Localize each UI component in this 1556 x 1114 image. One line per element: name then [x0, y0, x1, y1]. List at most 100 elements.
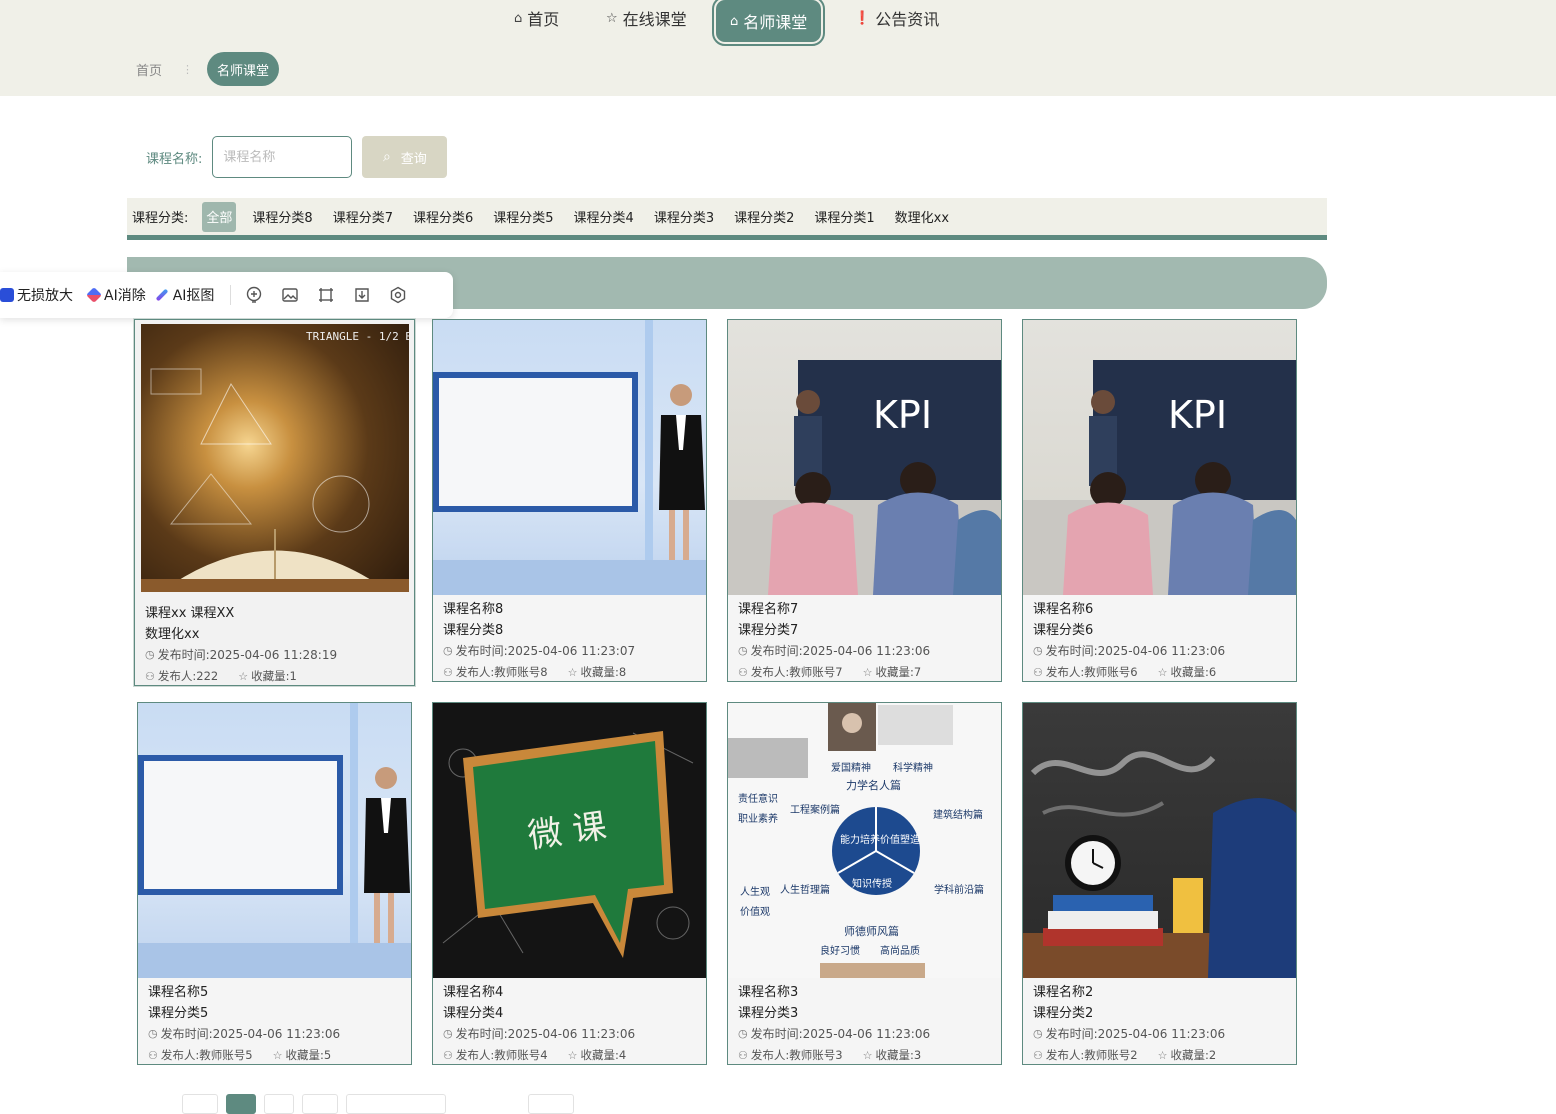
alert-icon: ❗ — [854, 10, 871, 26]
ai-erase-button[interactable]: AI消除 — [86, 285, 146, 305]
course-name: 课程名称5 — [148, 985, 209, 1000]
category-item[interactable]: 课程分类4 — [570, 202, 638, 232]
star-icon: ☆ — [606, 10, 618, 26]
category-item[interactable]: 课程分类7 — [329, 202, 397, 232]
course-thumbnail-math: TRIANGLE - 1/2 BH — [141, 324, 409, 592]
publisher-label: 发布人: — [1045, 1048, 1085, 1062]
breadcrumb-home[interactable]: 首页 — [136, 60, 162, 79]
course-category: 课程分类3 — [738, 1006, 799, 1021]
publisher-value: 教师账号6 — [1084, 665, 1138, 679]
course-meta: ⚇ 发布人: 教师账号5 ☆ 收藏量: 5 — [148, 1047, 331, 1063]
category-item[interactable]: 课程分类5 — [489, 202, 557, 232]
clock-icon: ◷ — [1033, 644, 1043, 657]
course-thumbnail-chalkboard: 微 课 — [433, 703, 706, 978]
kpi-text: KPI — [873, 393, 932, 437]
course-thumbnail-diagram: 能力培养 价值塑造 知识传授 爱国精神 科学精神 力学名人篇 责任意识 职业素养… — [728, 703, 1001, 978]
diagram-label: 价值观 — [740, 905, 770, 918]
nav-home[interactable]: ⌂ 首页 — [514, 6, 559, 30]
course-category: 课程分类6 — [1033, 623, 1094, 638]
course-meta: ⚇ 发布人: 教师账号2 ☆ 收藏量: 2 — [1033, 1047, 1216, 1063]
course-card[interactable]: 微 课 课程名称4 课程分类4 ◷ 发布时间: 2025-04-06 11:23:0… — [432, 702, 707, 1065]
course-thumbnail-teacher — [138, 703, 411, 978]
clock-icon: ◷ — [145, 648, 155, 661]
settings-icon[interactable] — [387, 284, 409, 306]
toolbar-divider — [230, 285, 232, 305]
favorites-label: 收藏量: — [580, 665, 619, 679]
home-icon: ⌂ — [514, 10, 523, 26]
publisher-label: 发布人: — [1045, 665, 1085, 679]
nav-famous-teacher-label: 名师课堂 — [743, 13, 808, 32]
favorites-value: 5 — [323, 1048, 332, 1062]
category-item[interactable]: 课程分类6 — [409, 202, 477, 232]
course-card[interactable]: 能力培养 价值塑造 知识传授 爱国精神 科学精神 力学名人篇 责任意识 职业素养… — [727, 702, 1002, 1065]
course-card[interactable]: 课程名称5 课程分类5 ◷ 发布时间: 2025-04-06 11:23:06 ⚇ 发… — [137, 702, 412, 1065]
category-item[interactable]: 课程分类1 — [810, 202, 878, 232]
download-icon[interactable] — [351, 284, 373, 306]
course-name: 课程名称4 — [443, 985, 504, 1000]
course-meta: ⚇ 发布人: 教师账号8 ☆ 收藏量: 8 — [443, 664, 626, 680]
user-icon: ⚇ — [738, 1048, 748, 1062]
course-thumbnail-kpi: KPI — [1023, 320, 1296, 595]
search-button-label: 查询 — [400, 151, 427, 167]
course-name: 课程名称6 — [1033, 602, 1094, 617]
course-card[interactable]: KPI 课程名称6 课程分类6 ◷ 发布时间: 2025-04-06 11:23:0… — [1022, 319, 1297, 682]
time-value: 2025-04-06 11:23:06 — [1097, 643, 1226, 658]
favorites-label: 收藏量: — [1170, 1048, 1209, 1062]
category-all[interactable]: 全部 — [202, 201, 237, 232]
nav-online-class[interactable]: ☆ 在线课堂 — [606, 6, 687, 30]
upscale-icon[interactable] — [243, 284, 265, 306]
breadcrumb-current: 名师课堂 — [207, 52, 280, 86]
favorites-value: 6 — [1208, 665, 1217, 679]
time-label: 发布时间: — [455, 644, 508, 658]
favorites-label: 收藏量: — [580, 1048, 619, 1062]
time-label: 发布时间: — [750, 644, 803, 658]
course-time: ◷ 发布时间: 2025-04-06 11:23:06 — [1033, 1025, 1225, 1042]
nav-famous-teacher[interactable]: ⌂ 名师课堂 — [711, 0, 826, 46]
category-item[interactable]: 课程分类3 — [650, 202, 718, 232]
ai-cutout-button[interactable]: AI抠图 — [155, 285, 214, 305]
search-bar: 课程名称: ⌕ 查询 — [146, 136, 448, 178]
course-card[interactable]: 课程名称2 课程分类2 ◷ 发布时间: 2025-04-06 11:23:06 ⚇ 发… — [1022, 702, 1297, 1065]
course-category: 课程分类2 — [1033, 1006, 1094, 1021]
course-name-input[interactable] — [212, 136, 353, 178]
ai-upscale-button[interactable]: 无损放大 — [0, 285, 73, 305]
diagram-label: 人生哲理篇 — [780, 883, 830, 896]
category-item[interactable]: 课程分类8 — [248, 202, 316, 232]
category-item[interactable]: 课程分类2 — [730, 202, 798, 232]
ai-erase-label: AI消除 — [104, 288, 146, 304]
course-thumbnail-teacher — [433, 320, 706, 595]
category-item[interactable]: 数理化xx — [891, 202, 953, 232]
diagram-center-label: 能力培养 — [840, 833, 880, 846]
star-icon: ☆ — [238, 669, 249, 683]
course-meta: ⚇ 发布人: 222 ☆ 收藏量: 1 — [145, 668, 297, 684]
time-value: 2025-04-06 11:23:06 — [1097, 1026, 1226, 1041]
kpi-text: KPI — [1168, 393, 1227, 437]
time-label: 发布时间: — [750, 1027, 803, 1041]
user-icon: ⚇ — [145, 669, 155, 683]
page-jump-input[interactable] — [528, 1094, 574, 1114]
page-prev-button[interactable] — [182, 1094, 218, 1114]
star-icon: ☆ — [862, 665, 873, 679]
course-time: ◷ 发布时间: 2025-04-06 11:28:19 — [145, 646, 337, 663]
time-label: 发布时间: — [157, 648, 210, 662]
course-card[interactable]: KPI 课程名称7 课程分类7 ◷ 发布时间: 2025-04-06 11:23:0… — [727, 319, 1002, 682]
diagram-label: 责任意识 — [738, 792, 778, 805]
course-card[interactable]: TRIANGLE - 1/2 BH 课程xx 课程XX 数理化xx ◷ 发布时间:… — [134, 319, 415, 686]
image-edit-icon[interactable] — [279, 284, 301, 306]
search-button[interactable]: ⌕ 查询 — [362, 136, 448, 178]
page-next-button[interactable] — [302, 1094, 338, 1114]
diagram-label: 建筑结构篇 — [933, 808, 983, 821]
favorites-label: 收藏量: — [1170, 665, 1209, 679]
diagram-label: 力学名人篇 — [846, 778, 901, 792]
course-meta: ⚇ 发布人: 教师账号6 ☆ 收藏量: 6 — [1033, 664, 1216, 680]
page-size-select[interactable] — [346, 1094, 446, 1114]
page-button[interactable] — [264, 1094, 294, 1114]
publisher-value: 教师账号8 — [494, 665, 548, 679]
course-card[interactable]: 课程名称8 课程分类8 ◷ 发布时间: 2025-04-06 11:23:07 ⚇ 发… — [432, 319, 707, 682]
crop-icon[interactable] — [315, 284, 337, 306]
course-meta: ⚇ 发布人: 教师账号4 ☆ 收藏量: 4 — [443, 1047, 626, 1063]
publisher-value: 教师账号2 — [1084, 1048, 1138, 1062]
nav-announcements[interactable]: ❗ 公告资讯 — [854, 6, 939, 30]
page-button-current[interactable] — [226, 1094, 256, 1114]
star-icon: ☆ — [1157, 665, 1168, 679]
